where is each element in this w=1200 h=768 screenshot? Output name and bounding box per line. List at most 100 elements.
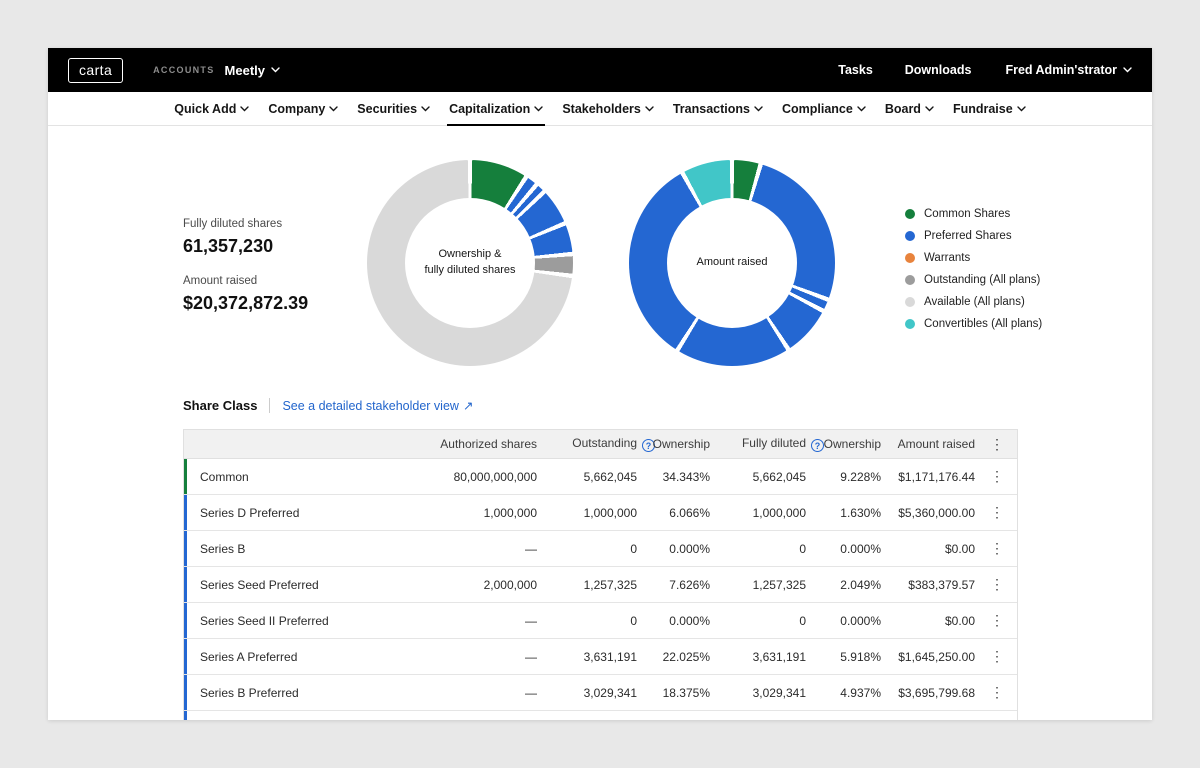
divider xyxy=(269,398,270,413)
nav-item-compliance[interactable]: Compliance xyxy=(782,92,866,125)
amount-raised-donut-chart: Amount raised xyxy=(629,160,835,366)
row-cell: 3,029,341 xyxy=(539,686,639,700)
row-cell: $1,171,176.44 xyxy=(883,470,977,484)
row-cell: 0 xyxy=(539,614,639,628)
table-row-series-seed-preferred: Series Seed Preferred2,000,0001,257,3257… xyxy=(184,567,1017,603)
nav-item-fundraise[interactable]: Fundraise xyxy=(953,92,1026,125)
nav-item-stakeholders[interactable]: Stakeholders xyxy=(562,92,654,125)
row-cell: 0.000% xyxy=(808,614,883,628)
nav-item-label: Securities xyxy=(357,102,417,116)
row-cell: 3,029,341 xyxy=(712,686,808,700)
column-authorized-shares: Authorized shares xyxy=(354,437,539,451)
row-cell: 6.066% xyxy=(639,506,712,520)
ownership-donut-chart: Ownership & fully diluted shares xyxy=(367,160,573,366)
row-accent xyxy=(184,675,187,710)
row-cell: 3,631,191 xyxy=(539,650,639,664)
row-cell: — xyxy=(354,686,539,700)
row-cell: 34.343% xyxy=(639,470,712,484)
legend-dot xyxy=(905,231,915,241)
amount-raised-label: Amount raised xyxy=(183,275,308,287)
row-cell: 0 xyxy=(539,542,639,556)
carta-logo[interactable]: carta xyxy=(68,58,123,83)
legend-item-preferred-shares: Preferred Shares xyxy=(905,225,1042,247)
stakeholder-view-link[interactable]: See a detailed stakeholder view ↗ xyxy=(282,398,473,413)
row-cell: 1.630% xyxy=(808,506,883,520)
row-accent xyxy=(184,531,187,566)
row-cell: 3,631,191 xyxy=(712,650,808,664)
row-options-button[interactable]: ⋮ xyxy=(977,540,1017,557)
tasks-link[interactable]: Tasks xyxy=(838,63,873,77)
row-options-button[interactable]: ⋮ xyxy=(977,504,1017,521)
row-options-button[interactable]: ⋮ xyxy=(977,576,1017,593)
legend-dot xyxy=(905,209,915,219)
chevron-down-icon xyxy=(925,106,934,112)
column-amount-raised: Amount raised xyxy=(883,437,977,451)
row-accent xyxy=(184,639,187,674)
chevron-down-icon xyxy=(534,106,543,112)
amount-raised-donut-label-text: Amount raised xyxy=(697,255,768,271)
nav-item-label: Quick Add xyxy=(174,102,236,116)
chart-legend: Common Shares Preferred Shares Warrants Out… xyxy=(905,203,1042,335)
chevron-down-icon xyxy=(329,106,338,112)
row-options-button[interactable]: ⋮ xyxy=(977,468,1017,485)
row-cell: 18.375% xyxy=(639,686,712,700)
nav-item-label: Board xyxy=(885,102,921,116)
chevron-down-icon xyxy=(421,106,430,112)
accounts-label: ACCOUNTS xyxy=(153,65,214,75)
amount-raised-donut-label: Amount raised xyxy=(667,198,797,328)
row-cell: — xyxy=(354,614,539,628)
share-class-name: Common xyxy=(184,470,354,484)
row-cell: 1,000,000 xyxy=(539,506,639,520)
row-accent xyxy=(184,459,187,494)
row-cell: 7.626% xyxy=(639,578,712,592)
share-class-table: Authorized sharesOutstanding?OwnershipFu… xyxy=(183,429,1018,720)
legend-item-available-all-plans: Available (All plans) xyxy=(905,291,1042,313)
nav-item-company[interactable]: Company xyxy=(268,92,338,125)
row-options-button[interactable]: ⋮ xyxy=(977,648,1017,665)
row-cell: $383,379.57 xyxy=(883,578,977,592)
table-row-series-seed-ii-preferred: Series Seed II Preferred—00.000%00.000%$… xyxy=(184,603,1017,639)
legend-item-outstanding-all-plans: Outstanding (All plans) xyxy=(905,269,1042,291)
table-row-series-d-preferred: Series D Preferred1,000,0001,000,0006.06… xyxy=(184,495,1017,531)
legend-dot xyxy=(905,319,915,329)
downloads-link[interactable]: Downloads xyxy=(905,63,972,77)
row-options-button[interactable]: ⋮ xyxy=(977,684,1017,701)
nav-item-transactions[interactable]: Transactions xyxy=(673,92,763,125)
nav-item-securities[interactable]: Securities xyxy=(357,92,430,125)
fully-diluted-value: 61,357,230 xyxy=(183,236,308,257)
amount-raised-value: $20,372,872.39 xyxy=(183,293,308,314)
row-cell: $5,360,000.00 xyxy=(883,506,977,520)
fully-diluted-label: Fully diluted shares xyxy=(183,218,308,230)
nav-item-label: Stakeholders xyxy=(562,102,641,116)
row-accent xyxy=(184,495,187,530)
legend-label: Common Shares xyxy=(924,208,1010,220)
legend-dot xyxy=(905,297,915,307)
table-row-series-b-preferred: Series B Preferred—3,029,34118.375%3,029… xyxy=(184,675,1017,711)
ownership-donut-label-line2: fully diluted shares xyxy=(424,263,515,279)
chevron-down-icon xyxy=(240,106,249,112)
summary-stats: Fully diluted shares 61,357,230 Amount r… xyxy=(183,218,308,314)
row-cell: 80,000,000,000 xyxy=(354,470,539,484)
top-bar: carta ACCOUNTS Meetly Tasks Downloads Fr… xyxy=(48,48,1152,92)
row-cell: 9.228% xyxy=(808,470,883,484)
row-cell: 1,257,325 xyxy=(712,578,808,592)
row-cell: 1,257,325 xyxy=(539,578,639,592)
legend-item-common-shares: Common Shares xyxy=(905,203,1042,225)
nav-item-capitalization[interactable]: Capitalization xyxy=(449,92,543,125)
nav-item-label: Capitalization xyxy=(449,102,530,116)
share-class-name: Series B Preferred xyxy=(184,686,354,700)
user-menu[interactable]: Fred Admin'strator xyxy=(1005,63,1132,77)
row-cell: 0 xyxy=(712,614,808,628)
row-options-button[interactable]: ⋮ xyxy=(977,612,1017,629)
legend-label: Warrants xyxy=(924,252,970,264)
row-cell: 5.918% xyxy=(808,650,883,664)
ownership-donut-label-line1: Ownership & xyxy=(439,247,502,263)
table-options-button[interactable]: ⋮ xyxy=(977,436,1017,453)
nav-item-quick-add[interactable]: Quick Add xyxy=(174,92,249,125)
nav-item-board[interactable]: Board xyxy=(885,92,934,125)
chevron-down-icon xyxy=(754,106,763,112)
app-window: carta ACCOUNTS Meetly Tasks Downloads Fr… xyxy=(48,48,1152,720)
column-ownership: Ownership xyxy=(639,437,712,451)
legend-item-convertibles-all-plans: Convertibles (All plans) xyxy=(905,313,1042,335)
company-switcher[interactable]: Meetly xyxy=(225,63,280,78)
